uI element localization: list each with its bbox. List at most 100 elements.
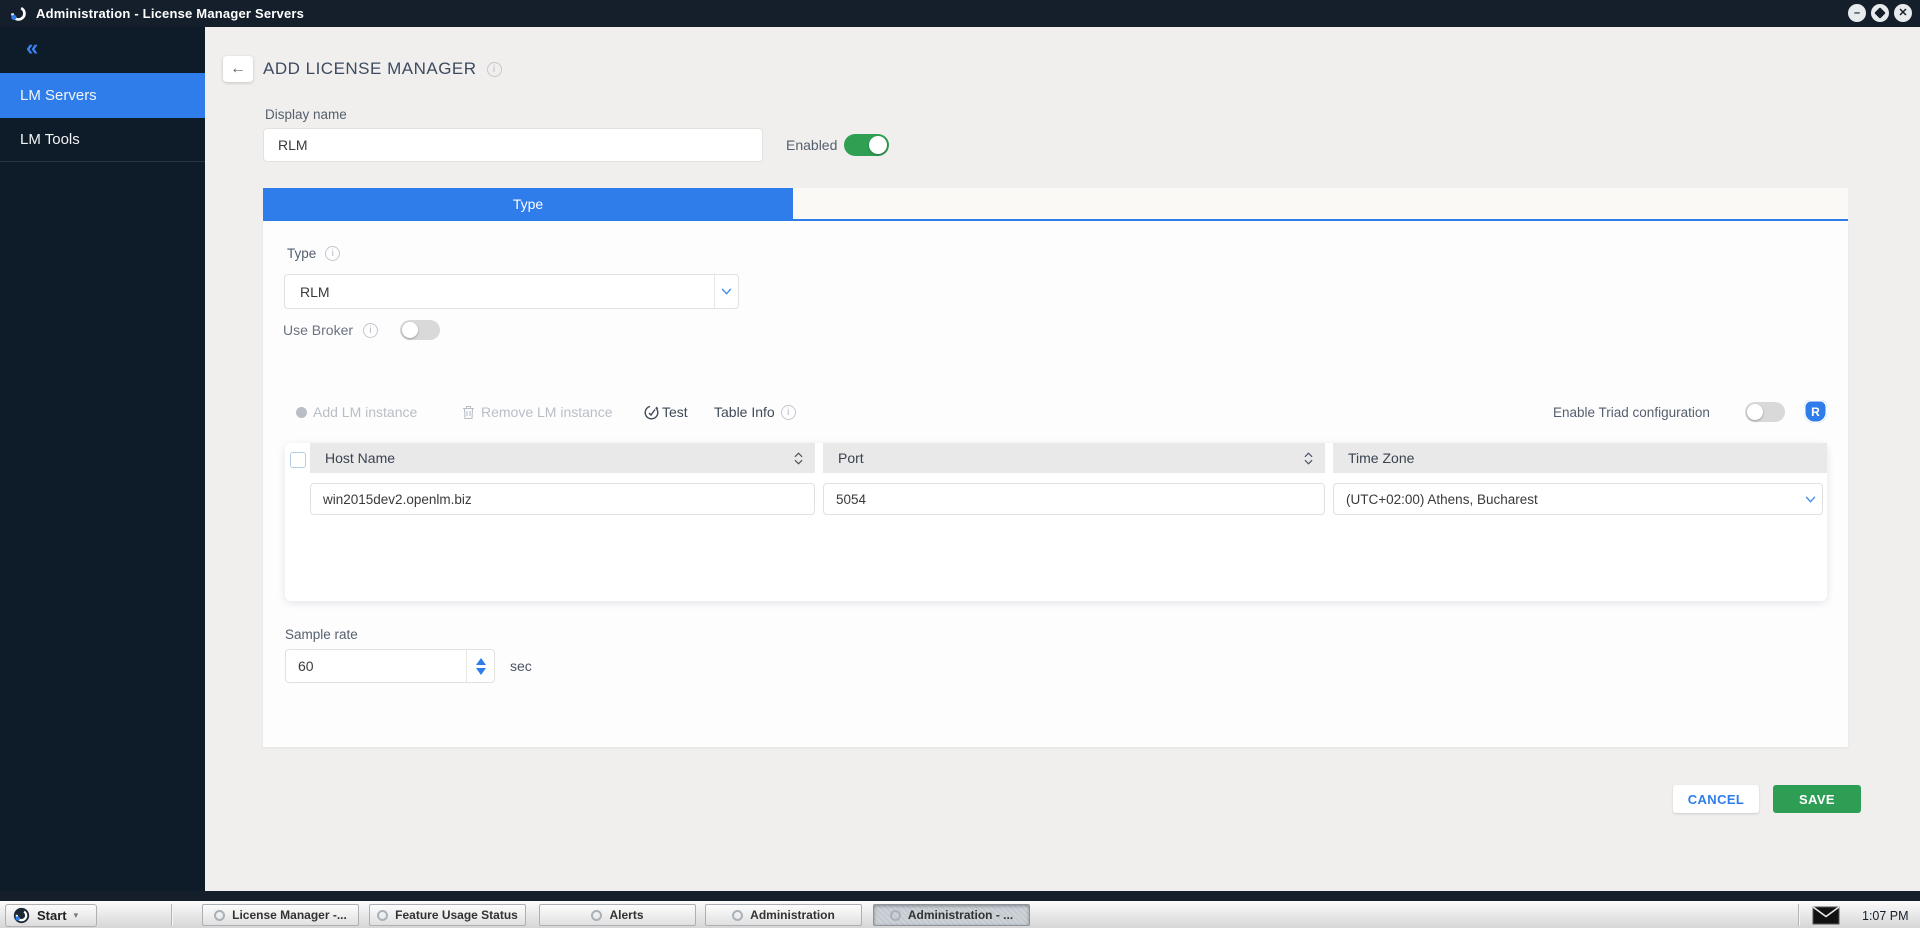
tray-separator	[1798, 904, 1800, 926]
taskbar-item-feature-usage-status[interactable]: Feature Usage Status	[369, 904, 526, 926]
column-header-host-name[interactable]: Host Name	[310, 443, 815, 473]
port-input[interactable]	[823, 483, 1325, 515]
clock[interactable]: 1:07 PM	[1862, 902, 1909, 928]
chevron-down-icon	[721, 288, 732, 295]
cancel-button[interactable]: CANCEL	[1673, 785, 1759, 813]
start-caret-icon: ▾	[74, 910, 79, 921]
taskbar-item-label: Administration	[750, 908, 835, 922]
enabled-label: Enabled	[786, 128, 837, 162]
instances-toolbar: Add LM instance Remove LM instance	[263, 401, 1848, 423]
page-info-icon[interactable]: i	[487, 62, 502, 77]
taskbar-item-label: License Manager -...	[232, 908, 347, 922]
display-name-input[interactable]	[263, 128, 763, 162]
type-select[interactable]: RLM	[284, 274, 739, 309]
chevron-down-icon	[1805, 496, 1816, 503]
sidebar-item-label: LM Tools	[20, 131, 80, 148]
type-select-chevron-box	[714, 275, 738, 308]
back-button[interactable]: ←	[223, 56, 253, 82]
enabled-toggle[interactable]	[844, 134, 889, 156]
app-body: « LM Servers LM Tools ← ADD LICENSE MANA…	[0, 27, 1920, 891]
app-ring-icon	[890, 910, 901, 921]
sort-icon[interactable]	[794, 452, 803, 465]
type-info-icon[interactable]: i	[325, 246, 340, 261]
column-header-port[interactable]: Port	[823, 443, 1325, 473]
screen: Administration - License Manager Servers…	[0, 0, 1920, 928]
rlm-badge-icon[interactable]: R	[1804, 400, 1827, 423]
titlebar: Administration - License Manager Servers…	[0, 0, 1920, 27]
add-instance-label: Add LM instance	[313, 404, 417, 420]
remove-lm-instance-button[interactable]: Remove LM instance	[462, 401, 613, 423]
page-title: ADD LICENSE MANAGER	[263, 59, 477, 79]
sidebar-item-lm-servers[interactable]: LM Servers	[0, 73, 205, 118]
add-instance-icon	[296, 407, 307, 418]
table-info-icon: i	[781, 405, 796, 420]
save-button[interactable]: SAVE	[1773, 785, 1861, 813]
enable-triad-label: Enable Triad configuration	[1553, 401, 1710, 423]
sample-rate-stepper	[466, 650, 494, 682]
toggle-knob	[869, 136, 887, 154]
taskbar: Start ▾ License Manager -... Feature Usa…	[0, 901, 1920, 928]
type-label-row: Type i	[287, 246, 340, 261]
test-button[interactable]: Test	[643, 401, 688, 423]
maximize-icon[interactable]	[1871, 4, 1889, 22]
table-info-button[interactable]: Table Info i	[714, 401, 796, 423]
window-controls: – ✕	[1848, 4, 1912, 22]
column-label: Time Zone	[1348, 450, 1414, 466]
column-header-time-zone[interactable]: Time Zone	[1333, 443, 1827, 473]
trash-icon	[462, 405, 475, 420]
stepper-down-icon[interactable]	[476, 668, 486, 675]
taskbar-item-label: Administration - ...	[908, 908, 1013, 922]
use-broker-info-icon[interactable]: i	[363, 323, 378, 338]
taskbar-item-administration-active[interactable]: Administration - ...	[873, 904, 1030, 926]
sample-rate-field	[285, 649, 495, 683]
minimize-icon[interactable]: –	[1848, 4, 1866, 22]
app-ring-icon	[377, 910, 388, 921]
column-label: Host Name	[325, 450, 395, 466]
taskbar-item-label: Alerts	[609, 908, 643, 922]
maximize-glyph	[1874, 7, 1885, 18]
use-broker-label: Use Broker	[283, 322, 353, 338]
test-label: Test	[662, 404, 688, 420]
sort-icon[interactable]	[1304, 452, 1313, 465]
sample-rate-input[interactable]	[286, 650, 466, 682]
type-label: Type	[287, 246, 316, 261]
main-content: ← ADD LICENSE MANAGER i Display name Ena…	[205, 27, 1920, 891]
window-bottom-edge	[0, 891, 1920, 901]
tab-bar: Type	[263, 188, 1848, 221]
taskbar-item-alerts[interactable]: Alerts	[539, 904, 696, 926]
time-zone-chevron-box	[1798, 484, 1822, 514]
enable-triad-toggle[interactable]	[1745, 402, 1785, 422]
start-logo-icon	[13, 907, 30, 924]
taskbar-item-label: Feature Usage Status	[395, 908, 518, 922]
sample-rate-unit: sec	[510, 649, 532, 683]
use-broker-toggle[interactable]	[400, 320, 440, 340]
start-button[interactable]: Start ▾	[5, 904, 97, 927]
form-panel: Type i RLM Use Broker i	[263, 221, 1848, 747]
add-lm-instance-button[interactable]: Add LM instance	[296, 401, 417, 423]
display-name-label: Display name	[265, 107, 347, 122]
stepper-up-icon[interactable]	[476, 658, 486, 665]
start-label: Start	[37, 908, 67, 923]
type-select-value: RLM	[300, 284, 330, 300]
taskbar-item-administration[interactable]: Administration	[705, 904, 862, 926]
use-broker-row: Use Broker i	[283, 320, 440, 340]
host-name-input[interactable]	[310, 483, 815, 515]
taskbar-item-license-manager[interactable]: License Manager -...	[202, 904, 359, 926]
test-icon	[643, 404, 660, 421]
app-ring-icon	[732, 910, 743, 921]
mail-icon[interactable]	[1812, 906, 1840, 925]
tab-type[interactable]: Type	[263, 188, 793, 219]
remove-instance-label: Remove LM instance	[481, 404, 613, 420]
instances-table: Host Name Port	[285, 443, 1827, 601]
sidebar-item-lm-tools[interactable]: LM Tools	[0, 118, 205, 162]
table-info-label: Table Info	[714, 404, 775, 420]
time-zone-select[interactable]: (UTC+02:00) Athens, Bucharest	[1333, 483, 1823, 515]
column-label: Port	[838, 450, 864, 466]
time-zone-value: (UTC+02:00) Athens, Bucharest	[1346, 492, 1538, 507]
sidebar: « LM Servers LM Tools	[0, 27, 205, 891]
sidebar-collapse-icon[interactable]: «	[0, 27, 205, 73]
app-logo-icon	[10, 5, 27, 22]
app-ring-icon	[591, 910, 602, 921]
close-icon[interactable]: ✕	[1894, 4, 1912, 22]
select-all-checkbox[interactable]	[290, 452, 306, 468]
